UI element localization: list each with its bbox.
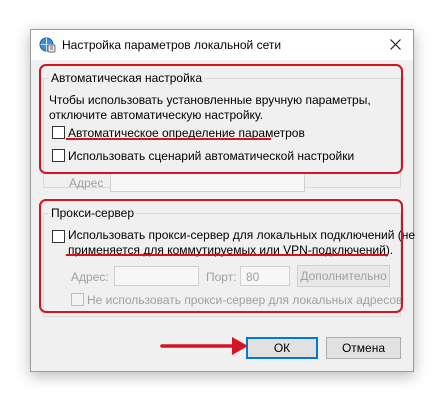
- network-settings-icon: [39, 36, 56, 53]
- title-bar: Настройка параметров локальной сети: [31, 30, 413, 60]
- auto-detect-label[interactable]: Автоматическое определение параметров: [68, 126, 305, 140]
- proxy-port-input[interactable]: 80: [240, 266, 290, 286]
- proxy-address-label: Адрес:: [71, 270, 109, 284]
- proxy-port-label: Порт:: [206, 270, 237, 284]
- proxy-legend: Прокси-сервер: [49, 206, 136, 220]
- script-address-label: Адрес: [69, 176, 104, 190]
- use-proxy-label-line1[interactable]: Использовать прокси-сервер для локальных…: [68, 228, 415, 242]
- auto-config-description-line2: отключите автоматическую настройку.: [49, 108, 264, 122]
- auto-detect-checkbox[interactable]: [52, 126, 65, 139]
- use-proxy-label-line2[interactable]: применяется для коммутируемых или VPN-по…: [68, 243, 393, 257]
- cancel-button[interactable]: Отмена: [326, 337, 401, 359]
- lan-settings-dialog: Настройка параметров локальной сети Авто…: [30, 29, 415, 372]
- advanced-button[interactable]: Дополнительно: [297, 265, 390, 287]
- auto-config-legend: Автоматическая настройка: [49, 71, 204, 85]
- ok-button[interactable]: ОК: [246, 337, 318, 359]
- bypass-local-checkbox[interactable]: [71, 293, 84, 306]
- script-address-input[interactable]: [110, 172, 305, 192]
- bypass-local-label[interactable]: Не использовать прокси-сервер для локаль…: [87, 293, 402, 307]
- close-button[interactable]: [383, 32, 409, 58]
- window-title: Настройка параметров локальной сети: [62, 38, 282, 52]
- use-script-checkbox[interactable]: [52, 149, 65, 162]
- auto-config-description-line1: Чтобы использовать установленные вручную…: [49, 93, 371, 107]
- close-icon: [390, 39, 401, 50]
- use-proxy-checkbox[interactable]: [52, 230, 65, 243]
- proxy-address-input[interactable]: [114, 266, 199, 286]
- use-script-label[interactable]: Использовать сценарий автоматической нас…: [68, 149, 354, 163]
